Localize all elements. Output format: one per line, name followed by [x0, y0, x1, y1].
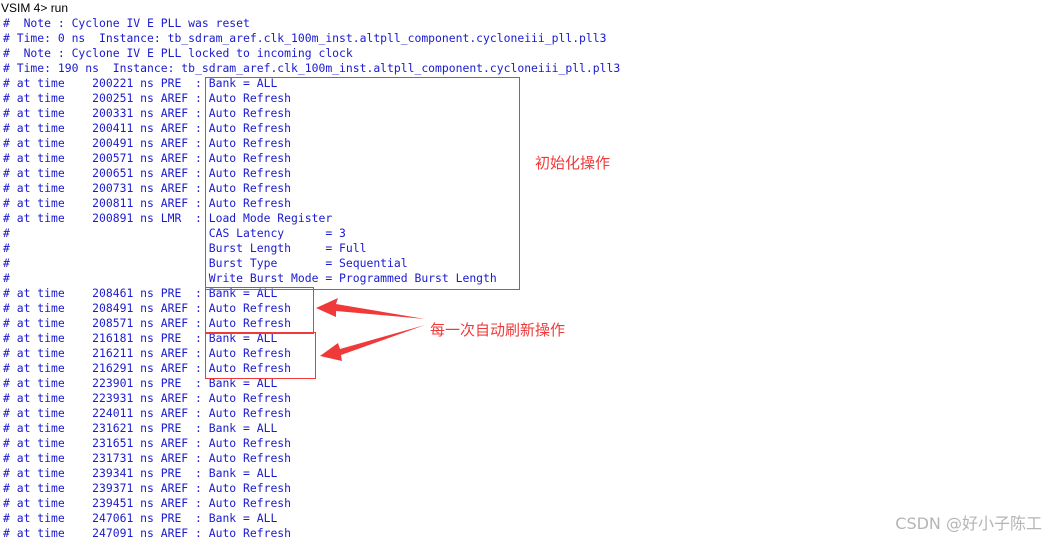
init-annotation: 初始化操作: [535, 154, 611, 172]
arrow-icon: [316, 298, 425, 319]
arrow-icon: [320, 325, 425, 361]
refresh-annotation: 每一次自动刷新操作: [430, 321, 566, 339]
annotation-arrows: [316, 298, 425, 361]
watermark: CSDN @好小子陈工: [895, 514, 1042, 533]
